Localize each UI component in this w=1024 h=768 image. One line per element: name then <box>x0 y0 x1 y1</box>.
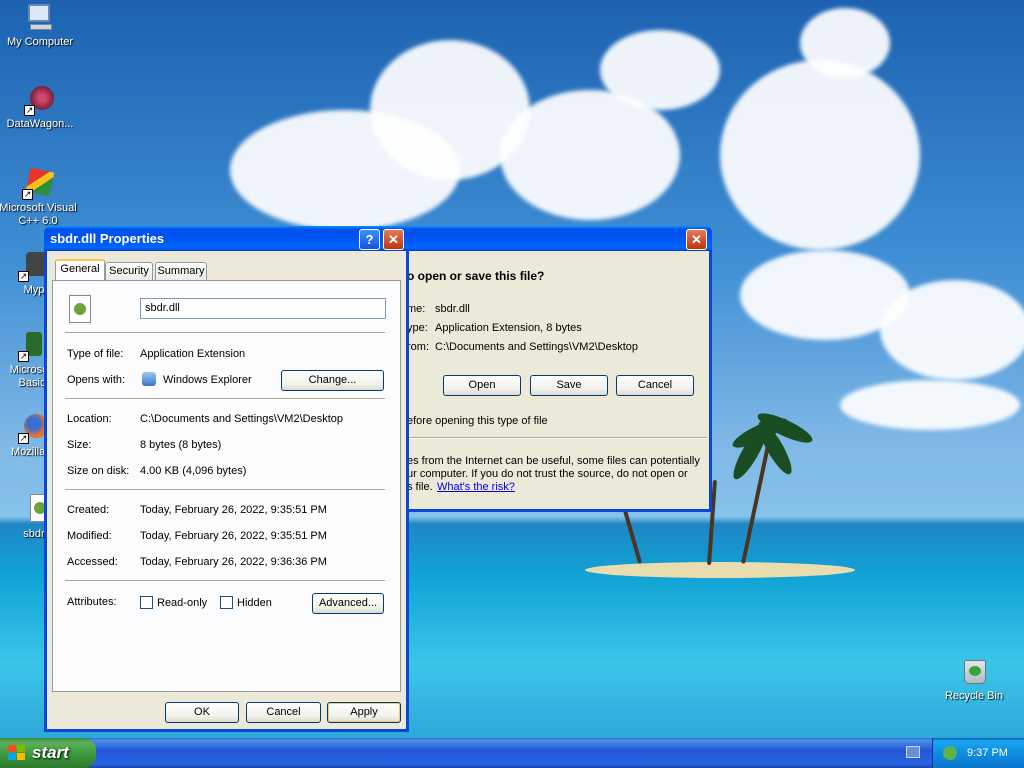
download-name-value: sbdr.dll <box>435 303 470 315</box>
island <box>585 562 855 578</box>
dll-file-icon <box>69 295 91 323</box>
download-warning-line-1: es from the Internet can be useful, some… <box>407 455 700 467</box>
location-value: C:\Documents and Settings\VM2\Desktop <box>140 413 343 425</box>
network-tray-icon[interactable] <box>943 746 957 760</box>
start-label: start <box>32 743 69 762</box>
type-label: Type of file: <box>67 348 124 360</box>
properties-dialog: sbdr.dll Properties ? ✕ General Security… <box>44 226 409 732</box>
start-button[interactable]: start <box>0 738 96 768</box>
clock[interactable]: 9:37 PM <box>967 738 1008 768</box>
download-type-value: Application Extension, 8 bytes <box>435 322 582 334</box>
desktop-icon-label: Recycle Bin <box>944 690 1004 702</box>
always-ask-checkbox-label[interactable]: efore opening this type of file <box>407 415 548 427</box>
desktop-icon-recycle-bin[interactable]: Recycle Bin <box>934 656 1014 703</box>
change-button[interactable]: Change... <box>281 370 384 391</box>
separator <box>65 489 385 491</box>
type-value: Application Extension <box>140 348 246 360</box>
help-icon[interactable]: ? <box>359 229 380 250</box>
read-only-checkbox[interactable] <box>140 596 153 609</box>
save-button[interactable]: Save <box>530 375 608 396</box>
opens-with-label: Opens with: <box>67 374 126 386</box>
hidden-label[interactable]: Hidden <box>237 597 272 609</box>
separator <box>65 580 385 582</box>
modified-label: Modified: <box>67 530 112 542</box>
accessed-value: Today, February 26, 2022, 9:36:36 PM <box>140 556 327 568</box>
keyboard-icon[interactable] <box>906 746 920 758</box>
apply-button[interactable]: Apply <box>327 702 401 723</box>
file-download-dialog: ✕ o open or save this file? me: sbdr.dll… <box>370 226 712 512</box>
download-question: o open or save this file? <box>407 269 545 283</box>
open-button[interactable]: Open <box>443 375 521 396</box>
created-value: Today, February 26, 2022, 9:35:51 PM <box>140 504 327 516</box>
datawagon-icon: ↗ <box>24 84 56 116</box>
computer-icon <box>24 2 56 34</box>
download-warning-line-3: s file. <box>407 481 433 493</box>
desktop-icon-label: My Computer <box>6 36 74 48</box>
size-on-disk-label: Size on disk: <box>67 465 130 477</box>
file-download-titlebar: ✕ <box>370 226 712 251</box>
separator <box>65 398 385 400</box>
desktop-icon-label: DataWagon... <box>6 118 74 130</box>
download-from-label: rom: <box>407 341 429 353</box>
download-warning-line-2: ur computer. If you do not trust the sou… <box>407 468 688 480</box>
size-label: Size: <box>67 439 92 451</box>
read-only-label[interactable]: Read-only <box>157 597 207 609</box>
hidden-checkbox[interactable] <box>220 596 233 609</box>
size-on-disk-value: 4.00 KB (4,096 bytes) <box>140 465 247 477</box>
whats-the-risk-link[interactable]: What's the risk? <box>437 481 515 493</box>
properties-titlebar: sbdr.dll Properties ? ✕ <box>44 226 409 251</box>
windows-flag-icon <box>8 745 26 761</box>
desktop-icon-my-computer[interactable]: My Computer <box>0 2 80 49</box>
download-from-value: C:\Documents and Settings\VM2\Desktop <box>435 341 638 353</box>
modified-value: Today, February 26, 2022, 9:35:51 PM <box>140 530 327 542</box>
advanced-button[interactable]: Advanced... <box>312 593 384 614</box>
download-cancel-button[interactable]: Cancel <box>616 375 694 396</box>
tab-general[interactable]: General <box>55 259 105 280</box>
system-tray: 9:37 PM <box>932 738 1024 768</box>
properties-title: sbdr.dll Properties <box>50 231 165 246</box>
desktop-icon-datawagon[interactable]: ↗ DataWagon... <box>0 84 80 131</box>
download-name-label: me: <box>407 303 426 315</box>
size-value: 8 bytes (8 bytes) <box>140 439 222 451</box>
close-icon[interactable]: ✕ <box>383 229 404 250</box>
close-icon[interactable]: ✕ <box>686 229 707 250</box>
general-tab-panel: sbdr.dll Type of file: Application Exten… <box>52 280 401 692</box>
visual-cpp-icon: ↗ <box>22 167 55 200</box>
basic-icon: ↗ <box>8 330 42 362</box>
location-label: Location: <box>67 413 112 425</box>
download-type-label: ype: <box>407 322 428 334</box>
cancel-button[interactable]: Cancel <box>246 702 321 723</box>
windows-explorer-icon <box>142 372 156 386</box>
recycle-bin-icon <box>958 656 990 688</box>
desktop-icon-visual-cpp[interactable]: ↗ Microsoft Visual C++ 6.0 <box>0 167 78 228</box>
taskbar: start 9:37 PM <box>0 738 1024 768</box>
ok-button[interactable]: OK <box>165 702 239 723</box>
opens-with-value: Windows Explorer <box>163 374 252 386</box>
file-name-input[interactable]: sbdr.dll <box>140 298 386 319</box>
desktop-icon-label: Microsoft Visual C++ 6.0 <box>0 202 77 227</box>
firefox-icon: ↗ <box>12 412 48 444</box>
tab-security[interactable]: Security <box>105 262 153 280</box>
created-label: Created: <box>67 504 110 516</box>
separator <box>65 332 385 334</box>
attributes-label: Attributes: <box>67 596 117 608</box>
accessed-label: Accessed: <box>67 556 118 568</box>
download-separator <box>407 437 707 439</box>
tab-summary[interactable]: Summary <box>155 262 207 280</box>
